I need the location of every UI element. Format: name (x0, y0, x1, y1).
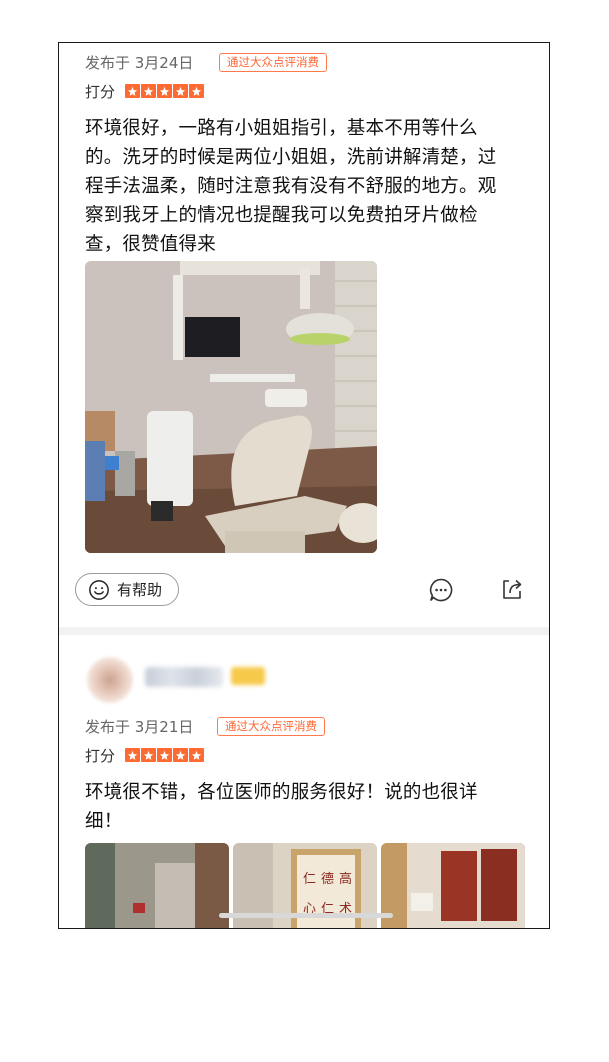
star-icon (157, 84, 172, 98)
review-text: 环境很不错，各位医师的服务很好！说的也很详 细！ (85, 782, 478, 832)
star-icon (157, 748, 172, 762)
rating-stars (125, 84, 204, 98)
user-level-badge (231, 667, 265, 685)
star-icon (141, 748, 156, 762)
rating-stars (125, 748, 204, 762)
star-icon (141, 84, 156, 98)
review-photo[interactable] (381, 843, 525, 928)
share-icon (503, 579, 522, 599)
star-icon (189, 748, 204, 762)
review-photo[interactable] (85, 261, 377, 553)
review-date: 发布于 3月21日 (85, 718, 194, 736)
star-icon (125, 84, 140, 98)
star-icon (189, 84, 204, 98)
comment-icon (429, 578, 453, 602)
comment-button[interactable] (428, 577, 454, 603)
svg-text:高: 高 (339, 871, 352, 887)
score-label: 打分 (85, 747, 116, 765)
review-actions: 有帮助 (59, 571, 549, 611)
avatar[interactable] (87, 657, 133, 703)
star-icon (125, 748, 140, 762)
review-text: 环境很好，一路有小姐姐指引，基本不用等什么 的。洗牙的时候是两位小姐姐，洗前讲解… (85, 118, 497, 255)
section-divider (59, 627, 549, 635)
review-photo[interactable] (85, 843, 229, 928)
review-date: 发布于 3月24日 (85, 54, 194, 72)
share-button[interactable] (499, 576, 525, 602)
consumption-badge: 通过大众点评消费 (217, 717, 325, 736)
star-icon (173, 748, 188, 762)
consumption-badge: 通过大众点评消费 (219, 53, 327, 72)
score-label: 打分 (85, 83, 116, 101)
svg-text:德: 德 (321, 872, 334, 887)
username-blurred[interactable] (145, 667, 223, 687)
review-list: 发布于 3月24日 通过大众点评消费 打分 环境很好，一路有小姐姐指引，基本不用… (58, 42, 550, 929)
svg-text:仁: 仁 (303, 872, 316, 887)
home-indicator (219, 913, 393, 918)
helpful-label: 有帮助 (117, 581, 163, 599)
star-icon (173, 84, 188, 98)
helpful-button[interactable]: 有帮助 (75, 573, 179, 606)
smile-icon (89, 579, 109, 600)
